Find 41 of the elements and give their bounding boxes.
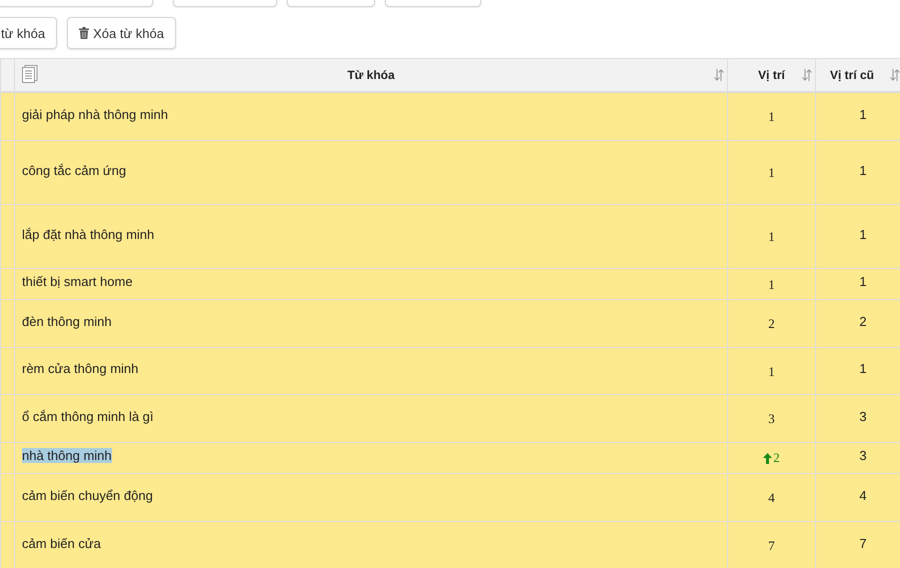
position-cell: 4 [768, 490, 775, 506]
previous-position-cell: 2 [859, 314, 867, 328]
position-cell: 2 [768, 316, 775, 332]
sort-icon[interactable] [714, 69, 724, 81]
position-cell: 2 [763, 450, 780, 466]
previous-position-cell: 1 [859, 106, 867, 122]
keyword-cell: lắp đặt nhà thông minh [22, 226, 154, 242]
position-cell: 1 [768, 276, 775, 292]
column-header[interactable]: Vị trí [728, 58, 816, 92]
keyword-cell: ổ cắm thông minh là gì [22, 408, 154, 424]
delete-keyword-button[interactable]: Xóa từ khóa [67, 17, 176, 49]
position-cell: 3 [768, 411, 775, 427]
sort-icon[interactable] [890, 69, 900, 81]
column-header[interactable]: Từ khóa [14, 58, 728, 92]
keyword-cell: công tắc cảm ứng [22, 162, 126, 178]
previous-position-cell: 1 [859, 361, 867, 376]
previous-position-cell: 3 [859, 408, 867, 424]
previous-position-cell: 1 [859, 162, 867, 178]
keyword-cell: nhà thông minh [22, 448, 112, 463]
keyword-button[interactable]: từ khóa [0, 17, 58, 49]
keyword-cell: thiết bị smart home [22, 274, 133, 289]
column-header[interactable]: Vị trí cũ [816, 58, 900, 92]
previous-position-cell: 1 [859, 274, 867, 289]
document-icon [22, 65, 38, 83]
keyword-cell: giải pháp nhà thông minh [22, 106, 168, 122]
keyword-cell: cảm biến chuyển động [22, 488, 153, 502]
position-cell: 1 [768, 364, 775, 380]
position-cell: 7 [768, 538, 775, 554]
sort-icon[interactable] [802, 69, 812, 81]
previous-position-cell: 4 [859, 488, 867, 502]
position-cell: 1 [768, 229, 775, 245]
previous-position-cell: 7 [859, 536, 867, 550]
position-cell: 1 [768, 109, 775, 126]
keyword-cell: đèn thông minh [22, 314, 112, 328]
previous-position-cell: 3 [859, 448, 867, 463]
up-arrow-icon [763, 452, 772, 464]
keyword-cell: cảm biến cửa [22, 536, 101, 550]
keyword-cell: rèm cửa thông minh [22, 361, 138, 376]
position-cell: 1 [768, 165, 775, 181]
previous-position-cell: 1 [859, 226, 867, 242]
trash-icon [79, 27, 90, 39]
